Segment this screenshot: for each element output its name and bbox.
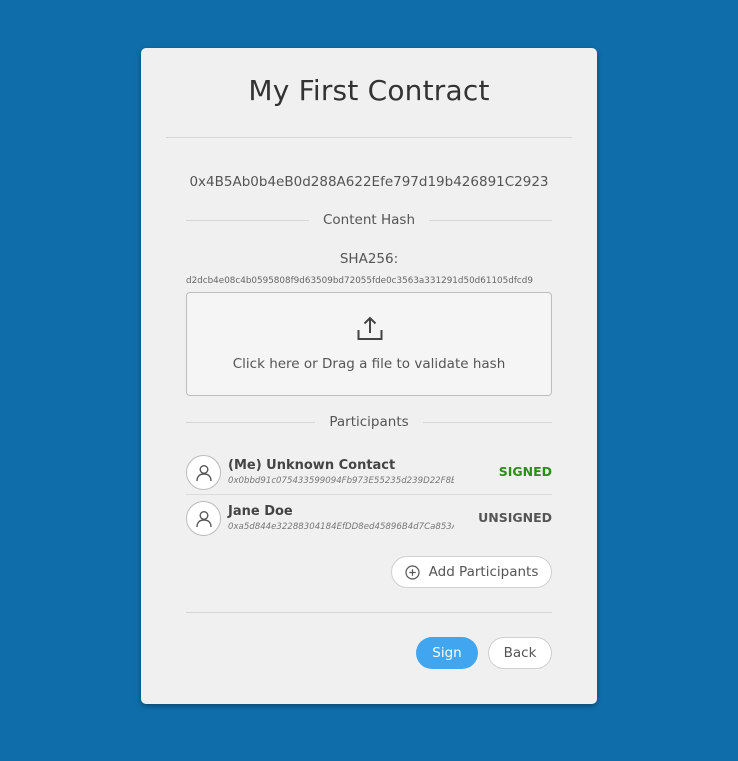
participants-divider: Participants: [186, 414, 552, 430]
dropzone-text: Click here or Drag a file to validate ha…: [232, 356, 506, 372]
contract-card: My First Contract 0x4B5Ab0b4eB0d288A622E…: [141, 48, 597, 704]
page-title: My First Contract: [248, 74, 490, 107]
title-divider: [166, 137, 572, 138]
participant-row: (Me) Unknown Contact 0x0bbd91c0754335990…: [186, 449, 552, 495]
participant-address: 0x0bbd91c075433599094Fb973E55235d239D22F…: [228, 476, 454, 486]
avatar: [186, 455, 221, 490]
content-hash-heading: Content Hash: [323, 212, 415, 228]
hash-algorithm-label: SHA256:: [339, 251, 399, 267]
file-dropzone[interactable]: Click here or Drag a file to validate ha…: [186, 292, 552, 396]
user-icon: [196, 465, 212, 482]
add-participants-label: Add Participants: [428, 564, 539, 580]
participant-name: Jane Doe: [228, 504, 293, 519]
actions-divider: [186, 612, 552, 613]
upload-icon: [357, 316, 383, 340]
avatar: [186, 501, 221, 536]
sign-button[interactable]: Sign: [416, 637, 478, 669]
add-participants-button[interactable]: Add Participants: [391, 556, 552, 588]
participant-row: Jane Doe 0xa5d844e32288304184EfDD8ed4589…: [186, 495, 552, 541]
participants-heading: Participants: [329, 414, 409, 430]
contract-address: 0x4B5Ab0b4eB0d288A622Efe797d19b426891C29…: [189, 174, 549, 190]
participant-status: SIGNED: [498, 464, 552, 479]
plus-circle-icon: [405, 564, 420, 580]
participant-address: 0xa5d844e32288304184EfDD8ed45896B4d7Ca85…: [228, 522, 454, 532]
user-icon: [196, 511, 212, 528]
back-button[interactable]: Back: [488, 637, 552, 669]
participant-status: UNSIGNED: [478, 510, 552, 525]
hash-value: d2dcb4e08c4b0595808f9d63509bd72055fde0c3…: [186, 276, 533, 286]
participant-name: (Me) Unknown Contact: [228, 458, 396, 473]
content-hash-divider: Content Hash: [186, 212, 552, 228]
